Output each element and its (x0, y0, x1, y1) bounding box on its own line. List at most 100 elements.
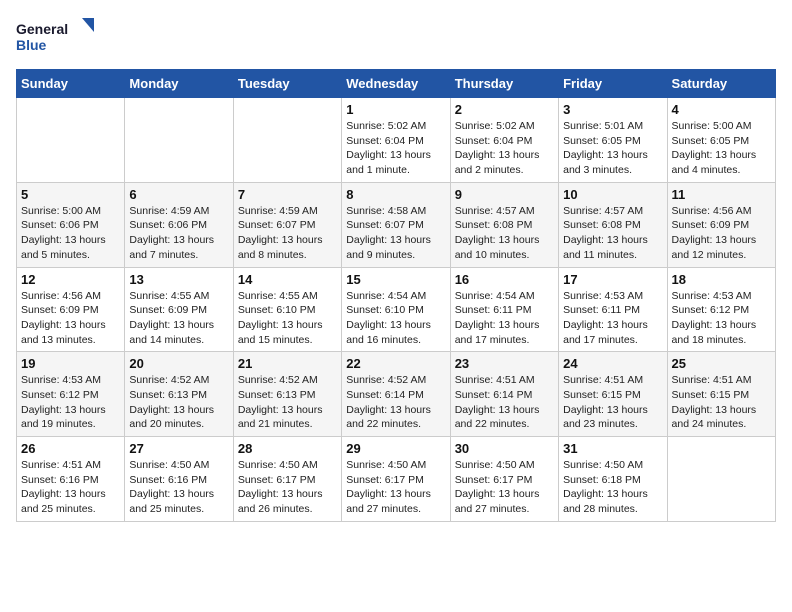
day-info: Sunrise: 4:51 AMSunset: 6:16 PMDaylight:… (21, 458, 120, 517)
day-cell-30: 30Sunrise: 4:50 AMSunset: 6:17 PMDayligh… (450, 437, 558, 522)
day-info: Sunrise: 4:50 AMSunset: 6:18 PMDaylight:… (563, 458, 662, 517)
day-number: 31 (563, 441, 662, 456)
day-number: 8 (346, 187, 445, 202)
day-cell-23: 23Sunrise: 4:51 AMSunset: 6:14 PMDayligh… (450, 352, 558, 437)
col-header-wednesday: Wednesday (342, 70, 450, 98)
day-number: 5 (21, 187, 120, 202)
day-number: 4 (672, 102, 771, 117)
day-number: 16 (455, 272, 554, 287)
empty-cell (667, 437, 775, 522)
day-cell-9: 9 Sunrise: 4:57 AMSunset: 6:08 PMDaylight… (450, 182, 558, 267)
day-info: Sunrise: 4:50 AMSunset: 6:17 PMDaylight:… (346, 458, 445, 517)
svg-text:Blue: Blue (16, 37, 47, 53)
day-cell-21: 21Sunrise: 4:52 AMSunset: 6:13 PMDayligh… (233, 352, 341, 437)
day-info: Sunrise: 4:57 AMSunset: 6:08 PMDaylight:… (563, 204, 662, 263)
day-info: Sunrise: 4:50 AMSunset: 6:16 PMDaylight:… (129, 458, 228, 517)
day-cell-4: 4Sunrise: 5:00 AMSunset: 6:05 PMDaylight… (667, 98, 775, 183)
day-number: 25 (672, 356, 771, 371)
day-number: 3 (563, 102, 662, 117)
day-info: Sunrise: 4:52 AMSunset: 6:14 PMDaylight:… (346, 373, 445, 432)
week-row-1: 1 Sunrise: 5:02 AMSunset: 6:04 PMDaylight… (17, 98, 776, 183)
day-cell-1: 1 Sunrise: 5:02 AMSunset: 6:04 PMDaylight… (342, 98, 450, 183)
day-number: 14 (238, 272, 337, 287)
day-info: Sunrise: 4:55 AMSunset: 6:09 PMDaylight:… (129, 289, 228, 348)
empty-cell (17, 98, 125, 183)
day-number: 18 (672, 272, 771, 287)
day-info: Sunrise: 4:58 AMSunset: 6:07 PMDaylight:… (346, 204, 445, 263)
logo-svg: General Blue (16, 16, 96, 61)
day-number: 9 (455, 187, 554, 202)
day-info: Sunrise: 4:51 AMSunset: 6:15 PMDaylight:… (563, 373, 662, 432)
day-cell-24: 24Sunrise: 4:51 AMSunset: 6:15 PMDayligh… (559, 352, 667, 437)
day-cell-12: 12 Sunrise: 4:56 AMSunset: 6:09 PMDayligh… (17, 267, 125, 352)
day-number: 13 (129, 272, 228, 287)
day-info: Sunrise: 5:01 AMSunset: 6:05 PMDaylight:… (563, 119, 662, 178)
day-cell-15: 15 Sunrise: 4:54 AMSunset: 6:10 PMDayligh… (342, 267, 450, 352)
col-header-sunday: Sunday (17, 70, 125, 98)
day-number: 19 (21, 356, 120, 371)
empty-cell (125, 98, 233, 183)
day-cell-6: 6 Sunrise: 4:59 AMSunset: 6:06 PMDaylight… (125, 182, 233, 267)
day-info: Sunrise: 4:57 AMSunset: 6:08 PMDaylight:… (455, 204, 554, 263)
day-info: Sunrise: 4:54 AMSunset: 6:11 PMDaylight:… (455, 289, 554, 348)
day-number: 15 (346, 272, 445, 287)
day-number: 12 (21, 272, 120, 287)
day-cell-27: 27 Sunrise: 4:50 AMSunset: 6:16 PMDayligh… (125, 437, 233, 522)
day-info: Sunrise: 4:59 AMSunset: 6:06 PMDaylight:… (129, 204, 228, 263)
day-number: 20 (129, 356, 228, 371)
day-cell-11: 11Sunrise: 4:56 AMSunset: 6:09 PMDayligh… (667, 182, 775, 267)
day-info: Sunrise: 5:02 AMSunset: 6:04 PMDaylight:… (346, 119, 445, 178)
day-info: Sunrise: 4:53 AMSunset: 6:11 PMDaylight:… (563, 289, 662, 348)
logo: General Blue (16, 16, 96, 61)
day-cell-25: 25Sunrise: 4:51 AMSunset: 6:15 PMDayligh… (667, 352, 775, 437)
day-number: 11 (672, 187, 771, 202)
day-cell-8: 8 Sunrise: 4:58 AMSunset: 6:07 PMDaylight… (342, 182, 450, 267)
week-row-2: 5 Sunrise: 5:00 AMSunset: 6:06 PMDaylight… (17, 182, 776, 267)
empty-cell (233, 98, 341, 183)
day-cell-26: 26 Sunrise: 4:51 AMSunset: 6:16 PMDayligh… (17, 437, 125, 522)
col-header-tuesday: Tuesday (233, 70, 341, 98)
day-info: Sunrise: 5:00 AMSunset: 6:06 PMDaylight:… (21, 204, 120, 263)
col-header-saturday: Saturday (667, 70, 775, 98)
day-cell-17: 17Sunrise: 4:53 AMSunset: 6:11 PMDayligh… (559, 267, 667, 352)
day-number: 29 (346, 441, 445, 456)
svg-text:General: General (16, 21, 68, 37)
day-info: Sunrise: 4:59 AMSunset: 6:07 PMDaylight:… (238, 204, 337, 263)
day-number: 22 (346, 356, 445, 371)
day-info: Sunrise: 4:53 AMSunset: 6:12 PMDaylight:… (672, 289, 771, 348)
col-header-friday: Friday (559, 70, 667, 98)
calendar-header: SundayMondayTuesdayWednesdayThursdayFrid… (17, 70, 776, 98)
week-row-3: 12 Sunrise: 4:56 AMSunset: 6:09 PMDayligh… (17, 267, 776, 352)
day-number: 23 (455, 356, 554, 371)
day-cell-28: 28 Sunrise: 4:50 AMSunset: 6:17 PMDayligh… (233, 437, 341, 522)
day-number: 2 (455, 102, 554, 117)
day-number: 1 (346, 102, 445, 117)
col-header-thursday: Thursday (450, 70, 558, 98)
day-info: Sunrise: 4:53 AMSunset: 6:12 PMDaylight:… (21, 373, 120, 432)
calendar-table: SundayMondayTuesdayWednesdayThursdayFrid… (16, 69, 776, 522)
day-info: Sunrise: 5:02 AMSunset: 6:04 PMDaylight:… (455, 119, 554, 178)
day-cell-22: 22 Sunrise: 4:52 AMSunset: 6:14 PMDayligh… (342, 352, 450, 437)
day-number: 6 (129, 187, 228, 202)
col-header-monday: Monday (125, 70, 233, 98)
day-cell-19: 19 Sunrise: 4:53 AMSunset: 6:12 PMDayligh… (17, 352, 125, 437)
week-row-5: 26 Sunrise: 4:51 AMSunset: 6:16 PMDayligh… (17, 437, 776, 522)
day-cell-3: 3 Sunrise: 5:01 AMSunset: 6:05 PMDaylight… (559, 98, 667, 183)
day-cell-16: 16 Sunrise: 4:54 AMSunset: 6:11 PMDayligh… (450, 267, 558, 352)
day-info: Sunrise: 4:56 AMSunset: 6:09 PMDaylight:… (21, 289, 120, 348)
day-info: Sunrise: 4:52 AMSunset: 6:13 PMDaylight:… (129, 373, 228, 432)
day-cell-2: 2 Sunrise: 5:02 AMSunset: 6:04 PMDaylight… (450, 98, 558, 183)
day-cell-31: 31 Sunrise: 4:50 AMSunset: 6:18 PMDayligh… (559, 437, 667, 522)
day-info: Sunrise: 4:50 AMSunset: 6:17 PMDaylight:… (238, 458, 337, 517)
day-number: 26 (21, 441, 120, 456)
day-cell-13: 13 Sunrise: 4:55 AMSunset: 6:09 PMDayligh… (125, 267, 233, 352)
day-cell-18: 18 Sunrise: 4:53 AMSunset: 6:12 PMDayligh… (667, 267, 775, 352)
day-number: 28 (238, 441, 337, 456)
week-row-4: 19 Sunrise: 4:53 AMSunset: 6:12 PMDayligh… (17, 352, 776, 437)
day-cell-7: 7Sunrise: 4:59 AMSunset: 6:07 PMDaylight… (233, 182, 341, 267)
day-cell-20: 20 Sunrise: 4:52 AMSunset: 6:13 PMDayligh… (125, 352, 233, 437)
day-info: Sunrise: 4:50 AMSunset: 6:17 PMDaylight:… (455, 458, 554, 517)
day-info: Sunrise: 4:54 AMSunset: 6:10 PMDaylight:… (346, 289, 445, 348)
day-cell-29: 29 Sunrise: 4:50 AMSunset: 6:17 PMDayligh… (342, 437, 450, 522)
day-number: 27 (129, 441, 228, 456)
